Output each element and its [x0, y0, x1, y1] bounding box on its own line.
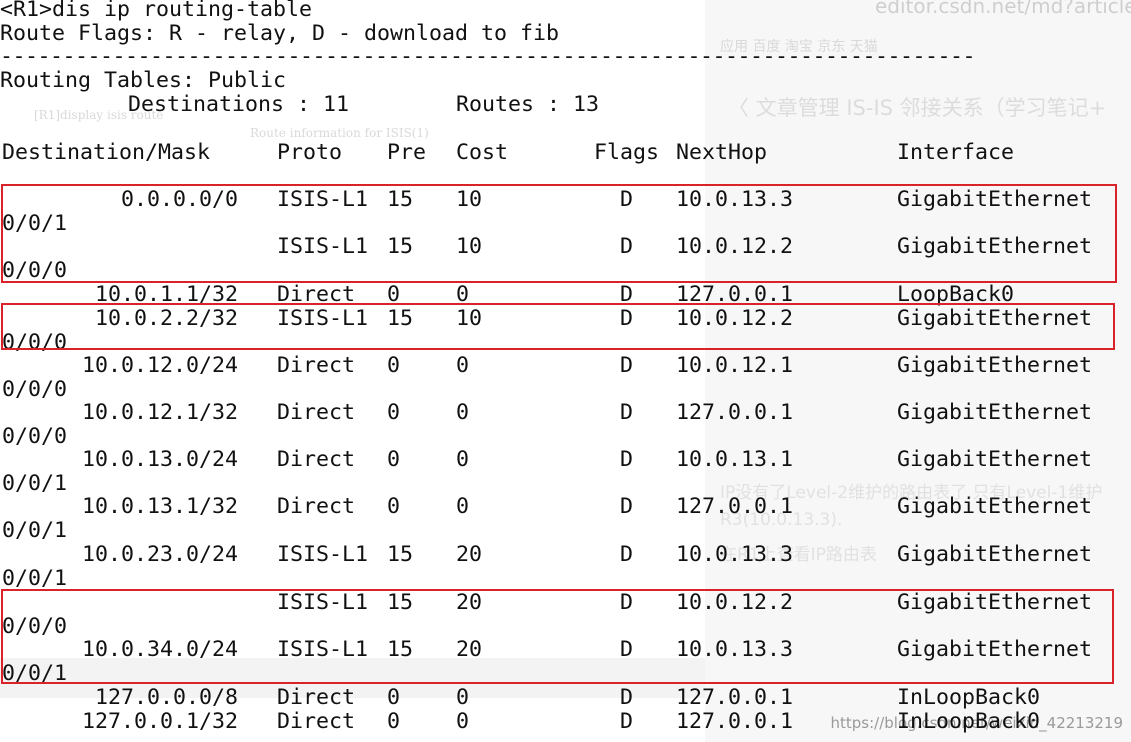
route-destination: 10.0.12.1/32 — [81, 400, 238, 425]
col-header-proto: Proto — [277, 140, 343, 165]
route-flags: D — [620, 685, 634, 710]
route-iface: GigabitEthernet — [897, 494, 1093, 519]
route-proto: Direct — [277, 685, 356, 710]
route-interface-continuation: 0/0/1 — [2, 518, 68, 543]
route-cost: 20 — [456, 542, 483, 567]
col-header-destination: Destination/Mask — [2, 140, 211, 165]
route-destination: 10.0.13.0/24 — [81, 447, 238, 472]
route-pre: 0 — [387, 709, 401, 734]
route-proto: Direct — [277, 447, 356, 472]
route-cost: 0 — [456, 685, 470, 710]
route-cost: 0 — [456, 400, 470, 425]
route-destination: 10.0.13.1/32 — [81, 494, 238, 519]
route-nexthop: 127.0.0.1 — [676, 494, 794, 519]
route-destination: 127.0.0.1/32 — [81, 709, 238, 734]
route-iface: GigabitEthernet — [897, 542, 1093, 567]
destinations-count: Destinations : 11 — [128, 92, 350, 117]
route-flags: D — [620, 353, 634, 378]
route-flags: D — [620, 709, 634, 734]
route-flags: D — [620, 447, 634, 472]
command-line: <R1>dis ip routing-table — [0, 0, 313, 22]
route-iface: GigabitEthernet — [897, 353, 1093, 378]
route-iface: InLoopBack0 — [897, 709, 1041, 734]
route-proto: Direct — [277, 353, 356, 378]
route-nexthop: 127.0.0.1 — [676, 685, 794, 710]
route-iface: GigabitEthernet — [897, 447, 1093, 472]
route-nexthop: 127.0.0.1 — [676, 709, 794, 734]
route-nexthop: 10.0.13.3 — [676, 542, 794, 567]
route-interface-continuation: 0/0/0 — [2, 424, 68, 449]
route-destination: 127.0.0.0/8 — [94, 685, 238, 710]
route-cost: 0 — [456, 494, 470, 519]
route-iface: InLoopBack0 — [897, 685, 1041, 710]
col-header-nexthop: NextHop — [676, 140, 768, 165]
route-destination: 10.0.12.0/24 — [81, 353, 238, 378]
route-proto: Direct — [277, 494, 356, 519]
route-interface-continuation: 0/0/1 — [2, 471, 68, 496]
route-proto: Direct — [277, 400, 356, 425]
col-header-pre: Pre — [387, 140, 427, 165]
route-cost: 0 — [456, 709, 470, 734]
route-proto: ISIS-L1 — [277, 542, 369, 567]
route-flags: D — [620, 400, 634, 425]
routes-count: Routes : 13 — [456, 92, 600, 117]
route-pre: 0 — [387, 447, 401, 472]
route-nexthop: 10.0.12.1 — [676, 353, 794, 378]
route-cost: 0 — [456, 447, 470, 472]
route-iface: GigabitEthernet — [897, 400, 1093, 425]
route-flags: D — [620, 542, 634, 567]
route-pre: 0 — [387, 494, 401, 519]
route-nexthop: 127.0.0.1 — [676, 400, 794, 425]
col-header-interface: Interface — [897, 140, 1015, 165]
routing-table-name: Routing Tables: Public — [0, 68, 287, 93]
highlight-box-10-0-34-0 — [1, 589, 1114, 684]
route-interface-continuation: 0/0/0 — [2, 377, 68, 402]
separator-line: ----------------------------------------… — [0, 44, 976, 69]
route-pre: 0 — [387, 400, 401, 425]
route-destination: 10.0.23.0/24 — [81, 542, 238, 567]
highlight-box-default-routes — [1, 184, 1117, 283]
route-cost: 0 — [456, 353, 470, 378]
highlight-box-10-0-2-2 — [1, 303, 1115, 350]
route-pre: 0 — [387, 685, 401, 710]
route-pre: 0 — [387, 353, 401, 378]
route-proto: Direct — [277, 709, 356, 734]
col-header-flags: Flags — [594, 140, 660, 165]
col-header-cost: Cost — [456, 140, 509, 165]
route-flags: D — [620, 494, 634, 519]
route-pre: 15 — [387, 542, 414, 567]
route-nexthop: 10.0.13.1 — [676, 447, 794, 472]
